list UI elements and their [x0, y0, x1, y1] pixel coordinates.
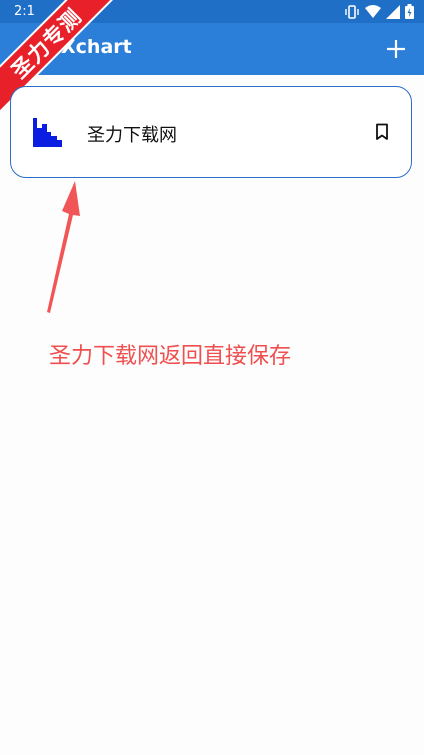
annotation-text: 圣力下载网返回直接保存 [49, 344, 292, 369]
annotation-arrow [47, 181, 80, 313]
